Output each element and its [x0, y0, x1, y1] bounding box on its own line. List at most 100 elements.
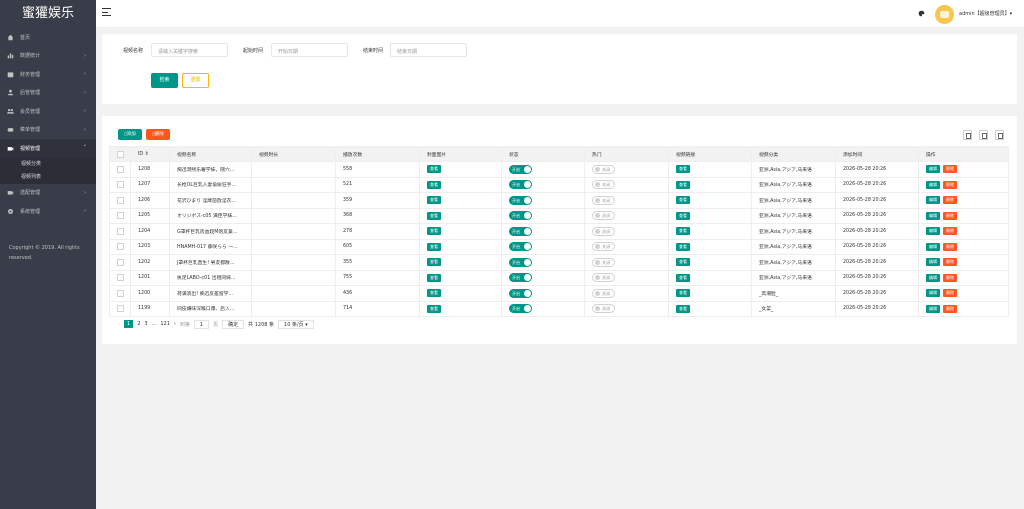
row-select-cell[interactable]: [109, 254, 131, 271]
page-last[interactable]: 121: [160, 321, 170, 327]
hot-toggle[interactable]: 关闭: [592, 273, 615, 283]
view-cover-button[interactable]: 查看: [427, 289, 441, 298]
row-checkbox[interactable]: [117, 181, 124, 189]
table-row[interactable]: 1205 オリジボス-c05 满侄学妹... 368 查看 开启 关闭 查看 亚洲,Asia,…: [109, 207, 1009, 224]
delete-button[interactable]: 删除: [943, 227, 957, 236]
view-link-button[interactable]: 查看: [676, 180, 690, 189]
view-cover-button[interactable]: 查看: [427, 211, 441, 220]
delete-button[interactable]: 删除: [943, 180, 957, 189]
row-select-cell[interactable]: [109, 300, 131, 317]
view-cover-button[interactable]: 查看: [427, 227, 441, 236]
row-checkbox[interactable]: [117, 289, 124, 297]
status-toggle[interactable]: 开启: [509, 211, 532, 221]
user-menu[interactable]: admin【超级管理员】▾: [959, 10, 1012, 17]
search-button[interactable]: 检索: [151, 73, 178, 88]
menu-toggle-icon[interactable]: [102, 8, 111, 19]
hot-toggle[interactable]: 关闭: [592, 211, 615, 221]
status-toggle[interactable]: 开启: [509, 226, 532, 236]
page-current[interactable]: 1: [124, 320, 134, 328]
row-select-cell[interactable]: [109, 192, 131, 209]
hot-toggle[interactable]: 关闭: [592, 164, 615, 174]
goto-page-input[interactable]: 1: [193, 319, 210, 329]
view-link-button[interactable]: 查看: [676, 273, 690, 282]
sidebar-item-admin[interactable]: 后管管理 ›: [0, 84, 96, 103]
row-select-cell[interactable]: [109, 161, 131, 178]
edit-button[interactable]: 编辑: [926, 196, 940, 205]
delete-button[interactable]: 删除: [943, 258, 957, 267]
status-toggle[interactable]: 开启: [509, 242, 532, 252]
prev-page-button[interactable]: ‹: [118, 321, 120, 327]
goto-confirm-button[interactable]: 确定: [222, 319, 245, 329]
table-row[interactable]: 1201 执足LABO-c01 出租同嫁... 755 查看 开启 关闭 查看 亚洲,Asia…: [109, 269, 1009, 286]
view-cover-button[interactable]: 查看: [427, 304, 441, 313]
delete-button[interactable]: 删除: [943, 304, 957, 313]
table-row[interactable]: 1202 J罩杯巨乳直生! 男友都散... 355 查看 开启 关闭 查看 亚洲,Asia,ア…: [109, 254, 1009, 271]
edit-button[interactable]: 编辑: [926, 180, 940, 189]
view-cover-button[interactable]: 查看: [427, 180, 441, 189]
column-header-id[interactable]: ID ⇕: [130, 146, 170, 162]
row-select-cell[interactable]: [109, 269, 131, 286]
reset-button[interactable]: 重置: [182, 73, 209, 88]
sidebar-item-videos[interactable]: 视频管理 ˅: [0, 139, 96, 158]
row-select-cell[interactable]: [109, 176, 131, 193]
edit-button[interactable]: 编辑: [926, 211, 940, 220]
row-checkbox[interactable]: [117, 227, 124, 235]
edit-button[interactable]: 编辑: [926, 242, 940, 251]
delete-button[interactable]: 删除: [943, 165, 957, 174]
delete-button[interactable]: 删除: [943, 211, 957, 220]
view-cover-button[interactable]: 查看: [427, 165, 441, 174]
sidebar-subitem-video-category[interactable]: 视频分类: [0, 157, 96, 171]
table-row[interactable]: 1204 G罩杯巨乳房血超M炮友兼... 278 查看 开启 关闭 查看 亚洲,Asia,アジ…: [109, 223, 1009, 240]
add-button[interactable]: ▯添加: [118, 129, 142, 140]
page-2[interactable]: 2: [137, 321, 140, 327]
delete-button[interactable]: 删除: [943, 196, 957, 205]
hot-toggle[interactable]: 关闭: [592, 257, 615, 267]
view-link-button[interactable]: 查看: [676, 196, 690, 205]
edit-button[interactable]: 编辑: [926, 304, 940, 313]
delete-button[interactable]: 删除: [943, 289, 957, 298]
row-checkbox[interactable]: [117, 196, 124, 204]
end-date-input[interactable]: 结束日期: [390, 43, 467, 57]
sidebar-subitem-video-list[interactable]: 视频列表: [0, 170, 96, 184]
edit-button[interactable]: 编辑: [926, 289, 940, 298]
select-all-checkbox[interactable]: [117, 150, 124, 158]
print-icon[interactable]: [995, 130, 1004, 140]
edit-button[interactable]: 编辑: [926, 227, 940, 236]
row-checkbox[interactable]: [117, 165, 124, 173]
hot-toggle[interactable]: 关闭: [592, 180, 615, 190]
status-toggle[interactable]: 开启: [509, 195, 532, 205]
table-row[interactable]: 1206 花沢ひまり 淫靡茵放淫衣... 359 查看 开启 关闭 查看 亚洲,Asia,アジ…: [109, 192, 1009, 209]
sidebar-item-menus[interactable]: 菜单管理 ›: [0, 121, 96, 140]
row-checkbox[interactable]: [117, 274, 124, 282]
batch-delete-button[interactable]: ▯删除: [146, 129, 170, 140]
next-page-button[interactable]: ›: [174, 321, 176, 327]
status-toggle[interactable]: 开启: [509, 288, 532, 298]
palette-icon[interactable]: [918, 10, 925, 17]
row-checkbox[interactable]: [117, 305, 124, 313]
view-link-button[interactable]: 查看: [676, 227, 690, 236]
delete-button[interactable]: 删除: [943, 242, 957, 251]
edit-button[interactable]: 编辑: [926, 273, 940, 282]
view-cover-button[interactable]: 查看: [427, 258, 441, 267]
row-select-cell[interactable]: [109, 207, 131, 224]
hot-toggle[interactable]: 关闭: [592, 288, 615, 298]
table-row[interactable]: 1199 同伎嫌味深喉口爆、后入... 714 查看 开启 关闭 查看 _女菜_ 2026-05…: [109, 300, 1009, 317]
hot-toggle[interactable]: 关闭: [592, 304, 615, 314]
row-select-cell[interactable]: [109, 285, 131, 302]
status-toggle[interactable]: 开启: [509, 180, 532, 190]
view-link-button[interactable]: 查看: [676, 304, 690, 313]
export-icon[interactable]: [979, 130, 988, 140]
status-toggle[interactable]: 开启: [509, 273, 532, 283]
table-row[interactable]: 1207 长枪OL巨乳人妻倫偸狂手... 521 查看 开启 关闭 查看 亚洲,Asia,アジ…: [109, 176, 1009, 193]
status-toggle[interactable]: 开启: [509, 257, 532, 267]
view-link-button[interactable]: 查看: [676, 289, 690, 298]
sidebar-item-finance[interactable]: 财务管理 ›: [0, 65, 96, 84]
row-select-cell[interactable]: [109, 238, 131, 255]
page-3[interactable]: 3: [144, 321, 147, 327]
table-row[interactable]: 1208 痴迅洞熙乐奢学妹，随穴... 558 查看 开启 关闭 查看 亚洲,Asia,アジア…: [109, 161, 1009, 178]
view-cover-button[interactable]: 查看: [427, 196, 441, 205]
avatar[interactable]: [935, 5, 954, 24]
view-cover-button[interactable]: 查看: [427, 273, 441, 282]
row-checkbox[interactable]: [117, 243, 124, 251]
video-name-input[interactable]: 请输入关键字搜索: [151, 43, 228, 57]
